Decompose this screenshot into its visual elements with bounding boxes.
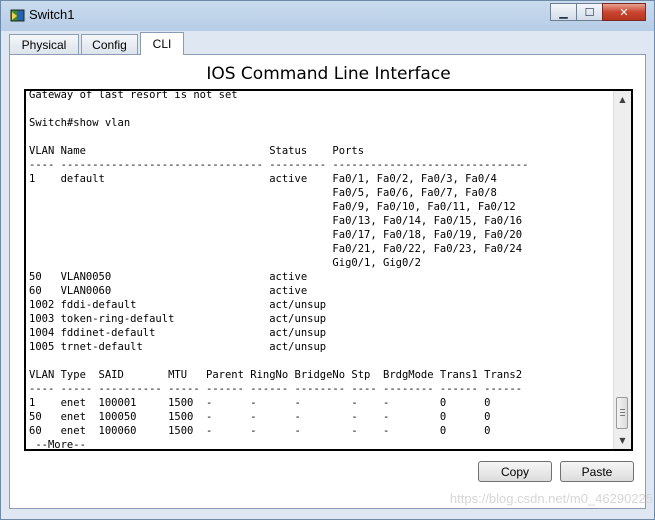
- terminal-line: ---- ----- ---------- ----- ------ -----…: [29, 383, 523, 395]
- scroll-down-button[interactable]: ▼: [614, 432, 631, 449]
- maximize-button[interactable]: ☐: [576, 3, 603, 21]
- terminal-line: 1002 fddi-default act/unsup: [29, 299, 327, 311]
- tab-config[interactable]: Config: [81, 34, 138, 54]
- close-button[interactable]: ✕: [602, 3, 646, 21]
- terminal-line: --More--: [29, 439, 86, 448]
- switch-app-icon: [10, 9, 25, 22]
- terminal-line: Gig0/1, Gig0/2: [29, 257, 421, 269]
- scroll-up-button[interactable]: ▲: [614, 91, 631, 108]
- terminal-line: Switch#show vlan: [29, 117, 131, 129]
- arrow-down-icon: ▼: [619, 436, 626, 445]
- terminal-output[interactable]: Gateway of last resort is not set Switch…: [29, 89, 614, 448]
- cli-terminal[interactable]: Gateway of last resort is not set Switch…: [24, 89, 633, 451]
- switch-window: Switch1 ▁ ☐ ✕ Physical Config CLI IOS Co…: [0, 0, 655, 520]
- terminal-line: 50 enet 100050 1500 - - - - - 0 0: [29, 411, 491, 423]
- title-bar: Switch1 ▁ ☐ ✕: [1, 1, 654, 31]
- tab-label: Config: [92, 37, 127, 52]
- grip-line: [620, 412, 625, 413]
- tab-label: CLI: [152, 37, 172, 51]
- watermark-text: https://blog.csdn.net/m0_46290225: [449, 491, 653, 506]
- terminal-line: 1003 token-ring-default act/unsup: [29, 313, 327, 325]
- terminal-line: Fa0/9, Fa0/10, Fa0/11, Fa0/12: [29, 201, 516, 213]
- terminal-line: 1 default active Fa0/1, Fa0/2, Fa0/3, Fa…: [29, 173, 497, 185]
- arrow-up-icon: ▲: [619, 95, 626, 104]
- terminal-line: 50 VLAN0050 active: [29, 271, 308, 283]
- terminal-scrollbar[interactable]: ▲ ▼: [613, 91, 631, 449]
- minimize-icon: ▁: [559, 5, 568, 19]
- terminal-line: 60 VLAN0060 active: [29, 285, 308, 297]
- paste-button[interactable]: Paste: [560, 461, 634, 482]
- terminal-line: 1004 fddinet-default act/unsup: [29, 327, 327, 339]
- cli-heading: IOS Command Line Interface: [206, 64, 451, 84]
- terminal-line: Fa0/17, Fa0/18, Fa0/19, Fa0/20: [29, 229, 523, 241]
- terminal-line: Gateway of last resort is not set: [29, 89, 238, 101]
- maximize-icon: ☐: [584, 5, 595, 19]
- tab-cli[interactable]: CLI: [140, 32, 184, 55]
- terminal-line: ---- -------------------------------- --…: [29, 159, 529, 171]
- terminal-line: Fa0/21, Fa0/22, Fa0/23, Fa0/24: [29, 243, 523, 255]
- cli-panel: IOS Command Line Interface Gateway of la…: [9, 54, 653, 509]
- terminal-line: VLAN Type SAID MTU Parent RingNo BridgeN…: [29, 369, 523, 381]
- window-title: Switch1: [29, 7, 75, 22]
- terminal-line: 1005 trnet-default act/unsup: [29, 341, 327, 353]
- grip-line: [620, 415, 625, 416]
- terminal-line: VLAN Name Status Ports: [29, 145, 365, 157]
- close-icon: ✕: [619, 5, 629, 19]
- minimize-button[interactable]: ▁: [550, 3, 577, 21]
- scrollbar-thumb[interactable]: [616, 397, 628, 429]
- copy-button[interactable]: Copy: [478, 461, 552, 482]
- terminal-line: Fa0/5, Fa0/6, Fa0/7, Fa0/8: [29, 187, 497, 199]
- terminal-line: Fa0/13, Fa0/14, Fa0/15, Fa0/16: [29, 215, 523, 227]
- terminal-line: 1 enet 100001 1500 - - - - - 0 0: [29, 397, 491, 409]
- terminal-line: 60 enet 100060 1500 - - - - - 0 0: [29, 425, 491, 437]
- tab-physical[interactable]: Physical: [9, 34, 79, 54]
- tab-label: Physical: [21, 37, 67, 52]
- grip-line: [620, 409, 625, 410]
